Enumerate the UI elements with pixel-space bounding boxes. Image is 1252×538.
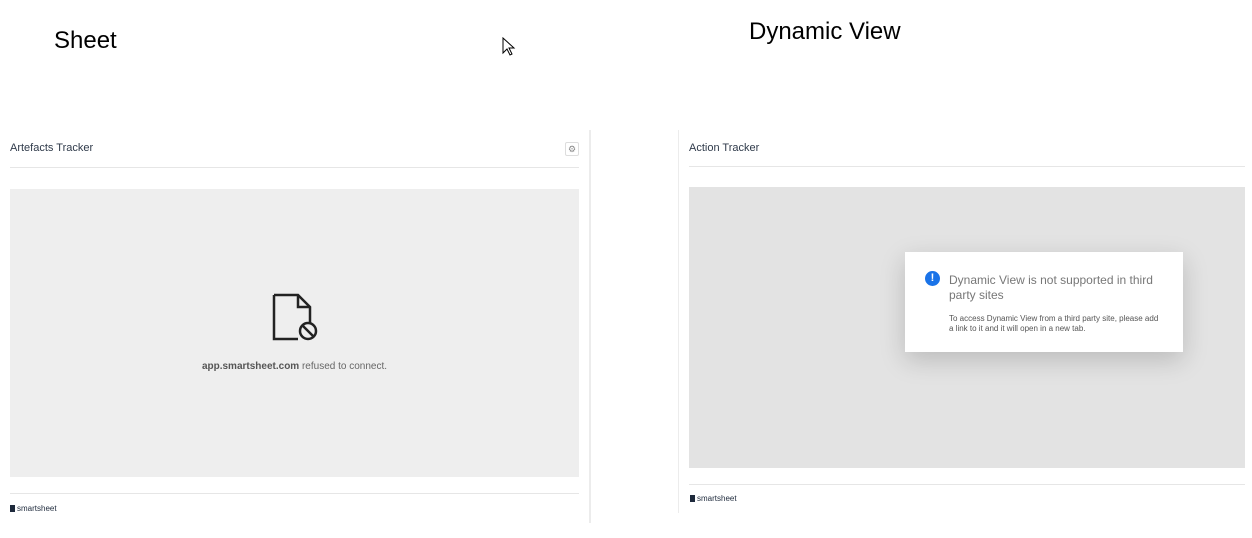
dynamic-view-label: Dynamic View bbox=[749, 18, 901, 45]
dialog-title: Dynamic View is not supported in third p… bbox=[949, 273, 1153, 302]
smartsheet-logo[interactable]: smartsheet bbox=[10, 504, 57, 513]
error-host: app.smartsheet.com bbox=[201, 361, 300, 372]
unsupported-dialog: ! Dynamic View is not supported in third… bbox=[905, 252, 1183, 352]
sheet-label: Sheet bbox=[54, 27, 117, 54]
panel-title: Artefacts Tracker bbox=[10, 142, 94, 154]
settings-gear-icon[interactable]: ⚙ bbox=[565, 142, 579, 156]
embedded-frame: app.smartsheet.com refused to connect. bbox=[10, 189, 579, 477]
error-message: app.smartsheet.com refused to connect. bbox=[10, 361, 579, 372]
blocked-document-icon bbox=[272, 293, 318, 341]
info-icon: ! bbox=[925, 271, 940, 286]
mouse-cursor-icon bbox=[502, 37, 516, 56]
dialog-body: To access Dynamic View from a third part… bbox=[949, 314, 1159, 333]
panel-title: Action Tracker bbox=[689, 142, 760, 154]
smartsheet-logo[interactable]: smartsheet bbox=[690, 494, 737, 503]
error-text: refused to connect. bbox=[299, 361, 388, 372]
